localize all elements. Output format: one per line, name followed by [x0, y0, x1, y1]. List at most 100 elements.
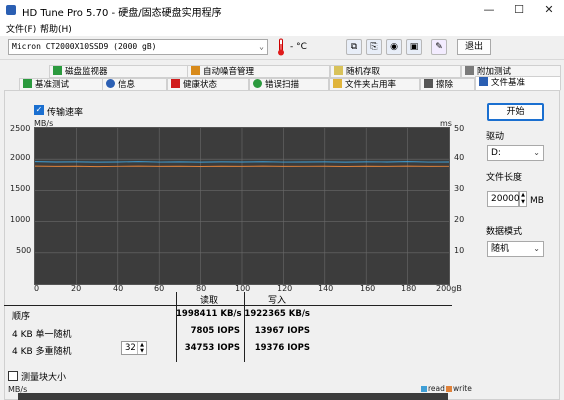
- tab-random-access[interactable]: 随机存取: [330, 65, 461, 78]
- x-tick: 140: [318, 284, 334, 293]
- data-mode-value: 随机: [491, 244, 510, 254]
- result-write-value: 13967 IOPS: [254, 326, 310, 336]
- file-length-input[interactable]: 200000: [487, 191, 525, 207]
- result-label: 4 KB 多重随机: [12, 347, 72, 357]
- x-tick: 100: [235, 284, 251, 293]
- scan-icon: [253, 79, 262, 88]
- x-tick: 40: [113, 284, 124, 293]
- app-icon: [6, 5, 16, 15]
- close-button[interactable]: ✕: [534, 0, 564, 20]
- y-left-tick: 500: [16, 246, 32, 255]
- block-size-chart: [18, 393, 448, 400]
- copy-text-icon[interactable]: ⧉: [346, 39, 362, 55]
- x-tick: 180: [401, 284, 417, 293]
- x-tick: 200gB: [436, 284, 462, 293]
- tab-label: 基准测试: [35, 80, 70, 90]
- maximize-button[interactable]: ☐: [504, 0, 534, 20]
- tab-label: 健康状态: [183, 80, 218, 90]
- drive-dropdown[interactable]: D: ⌄: [487, 145, 544, 161]
- file-benchmark-icon: [479, 77, 488, 86]
- menu-help[interactable]: 帮助(H): [40, 22, 72, 35]
- tab-label: 随机存取: [346, 67, 381, 77]
- chevron-down-icon: ⌄: [533, 148, 540, 157]
- transfer-rate-chart: [34, 127, 450, 285]
- tab-label: 磁盘监视器: [65, 67, 108, 77]
- spinner-arrows-icon[interactable]: ▲ ▼: [137, 342, 146, 354]
- result-read-value: 1998411 KB/s: [176, 309, 242, 319]
- tab-file-benchmark[interactable]: 文件基准: [475, 76, 561, 91]
- x-tick: 20: [71, 284, 82, 293]
- tab-disk-monitor[interactable]: 磁盘监视器: [49, 65, 192, 78]
- drive-dropdown-value: D:: [491, 148, 501, 158]
- results-header-read: 读取: [200, 296, 219, 306]
- y-right-tick: 20: [454, 215, 465, 224]
- result-read-value: 7805 IOPS: [190, 326, 240, 336]
- random-access-icon: [334, 66, 343, 75]
- data-mode-dropdown[interactable]: 随机 ⌄: [487, 241, 544, 257]
- tab-label: 信息: [118, 80, 136, 90]
- temperature-readout: - °C: [290, 42, 307, 52]
- copy-info-icon[interactable]: ⎘: [366, 39, 382, 55]
- screenshot-icon[interactable]: ◉: [386, 39, 402, 55]
- queue-depth-spinner[interactable]: 32 ▲ ▼: [121, 341, 147, 355]
- result-label: 顺序: [12, 312, 31, 322]
- tab-noise[interactable]: 自动噪音管理: [187, 65, 330, 78]
- y-right-tick: 40: [454, 153, 465, 162]
- tab-label: 错误扫描: [265, 80, 300, 90]
- health-cross-icon: [171, 79, 180, 88]
- info-icon: [106, 79, 115, 88]
- block-size-label: 测量块大小: [21, 373, 67, 383]
- y-left-tick: 1000: [10, 215, 31, 224]
- folder-icon: [333, 79, 342, 88]
- x-tick: 80: [196, 284, 207, 293]
- exit-button[interactable]: 退出: [457, 39, 491, 55]
- drive-select[interactable]: Micron CT2000X10SSD9 (2000 gB) ⌄: [8, 39, 268, 55]
- result-read-value: 34753 IOPS: [184, 343, 240, 353]
- legend-read-label: read: [428, 384, 445, 393]
- result-write-value: 19376 IOPS: [254, 343, 310, 353]
- tab-label: 擦除: [436, 80, 454, 90]
- transfer-rate-checkbox[interactable]: ✓: [34, 105, 44, 115]
- chevron-down-icon: ⌄: [533, 244, 540, 253]
- result-write-value: 1922365 KB/s: [244, 309, 310, 319]
- options-icon[interactable]: ✎: [431, 39, 447, 55]
- x-tick: 120: [277, 284, 293, 293]
- file-length-label: 文件长度: [486, 173, 523, 183]
- drive-select-value: Micron CT2000X10SSD9 (2000 gB): [12, 42, 157, 51]
- minimize-button[interactable]: —: [474, 0, 504, 20]
- legend-read-swatch: [421, 386, 427, 392]
- menu-file[interactable]: 文件(F): [6, 22, 36, 35]
- save-icon[interactable]: ▣: [406, 39, 422, 55]
- legend-write-label: write: [453, 384, 472, 393]
- block-size-checkbox[interactable]: [8, 371, 18, 381]
- y-left-tick: 2000: [10, 153, 31, 162]
- result-label: 4 KB 单一随机: [12, 330, 72, 340]
- file-length-unit: MB: [530, 196, 544, 206]
- results-header-write: 写入: [268, 296, 287, 306]
- x-tick: 0: [34, 284, 40, 293]
- extra-tests-icon: [465, 66, 474, 75]
- y-left-tick: 1500: [10, 184, 31, 193]
- monitor-icon: [53, 66, 62, 75]
- x-tick: 60: [154, 284, 165, 293]
- y-right-tick: 50: [454, 124, 465, 133]
- transfer-rate-label: 传输速率: [47, 108, 84, 118]
- queue-depth-value: 32: [125, 343, 136, 353]
- legend-write-swatch: [446, 386, 452, 392]
- chevron-down-icon: ⌄: [259, 42, 264, 51]
- data-mode-label: 数据模式: [486, 227, 523, 237]
- drive-label: 驱动: [486, 132, 505, 142]
- start-button[interactable]: 开始: [487, 103, 544, 121]
- x-tick: 160: [360, 284, 376, 293]
- y-right-tick: 10: [454, 246, 465, 255]
- y-right-tick: 30: [454, 184, 465, 193]
- benchmark-icon: [23, 79, 32, 88]
- window-title: HD Tune Pro 5.70 - 硬盘/固态硬盘实用程序: [22, 8, 222, 19]
- tab-label: 文件夹占用率: [345, 80, 397, 90]
- trash-icon: [424, 79, 433, 88]
- thermometer-icon: [278, 38, 284, 56]
- y-left-tick: 2500: [10, 124, 31, 133]
- file-length-spinner-icon[interactable]: ▲ ▼: [519, 191, 527, 207]
- table-divider: [4, 305, 452, 306]
- menu-bar: [0, 20, 564, 36]
